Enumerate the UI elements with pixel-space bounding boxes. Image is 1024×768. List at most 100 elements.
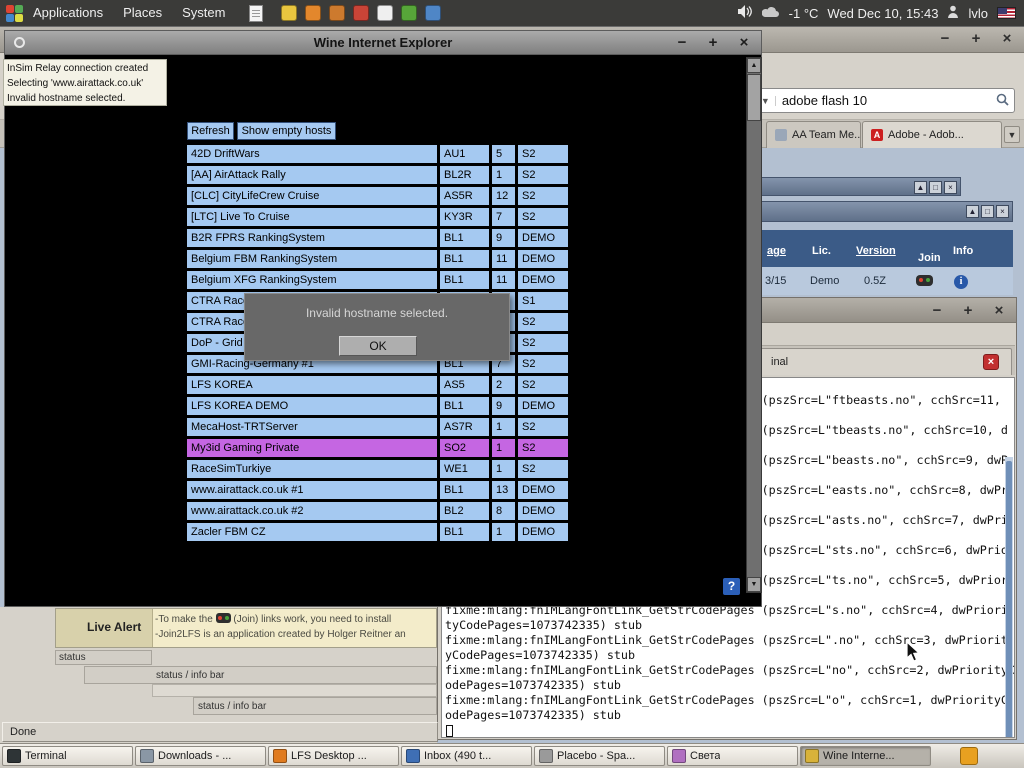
close-icon[interactable]: × xyxy=(944,181,957,194)
server-row[interactable]: www.airattack.co.uk #1 BL1 13 DEMO xyxy=(187,481,568,499)
server-row[interactable]: [AA] AirAttack Rally BL2R 1 S2 xyxy=(187,166,568,184)
maximize-icon[interactable]: + xyxy=(967,30,985,47)
places-menu[interactable]: Places xyxy=(113,0,172,26)
server-row[interactable]: LFS KOREA DEMO BL1 9 DEMO xyxy=(187,397,568,415)
server-row[interactable]: My3id Gaming Private SO2 1 S2 xyxy=(187,439,568,457)
taskbar-item[interactable]: Placebo - Spa... xyxy=(534,746,665,766)
vertical-scrollbar[interactable]: ▲ ▼ xyxy=(746,57,762,593)
minimize-icon[interactable]: − xyxy=(673,34,691,51)
taskbar-item-label: Wine Interne... xyxy=(823,750,895,762)
shade-icon[interactable]: ▲ xyxy=(914,181,927,194)
minimize-icon[interactable]: − xyxy=(936,30,954,47)
applications-menu[interactable]: Applications xyxy=(23,0,113,26)
tab-adobe[interactable]: A Adobe - Adob... xyxy=(862,121,1002,148)
server-track: BL1 xyxy=(440,229,489,247)
user-icon xyxy=(947,5,959,21)
ok-button[interactable]: OK xyxy=(339,336,417,356)
server-row[interactable]: LFS KOREA AS5 2 S2 xyxy=(187,376,568,394)
taskbar-item[interactable]: Terminal xyxy=(2,746,133,766)
search-box[interactable]: G ▼ adobe flash 10 xyxy=(741,88,1015,113)
user-switcher[interactable]: lvlo xyxy=(968,6,988,21)
maximize-icon[interactable]: + xyxy=(704,34,722,51)
server-row[interactable]: MecaHost-TRTServer AS7R 1 S2 xyxy=(187,418,568,436)
engine-dropdown-icon[interactable]: ▼ xyxy=(761,95,776,106)
server-track: WE1 xyxy=(440,460,489,478)
info-icon[interactable]: i xyxy=(954,275,968,289)
wine-ie-titlebar[interactable]: Wine Internet Explorer − + × xyxy=(5,31,761,55)
notes-icon[interactable] xyxy=(249,4,264,22)
close-icon[interactable]: × xyxy=(990,302,1008,319)
server-track: BL1 xyxy=(440,481,489,499)
join-link-icon[interactable] xyxy=(916,275,933,286)
scrollbar-thumb[interactable] xyxy=(747,74,761,121)
taskbar-item-label: Terminal xyxy=(25,750,67,762)
taskbar-item[interactable]: Света xyxy=(667,746,798,766)
mouse-cursor xyxy=(906,640,922,668)
shade-icon[interactable]: ▲ xyxy=(966,205,979,218)
minimize-icon[interactable]: − xyxy=(928,302,946,319)
launcher-white-icon[interactable] xyxy=(377,5,394,21)
server-row[interactable]: [CLC] CityLifeCrew Cruise AS5R 12 S2 xyxy=(187,187,568,205)
terminal-cursor xyxy=(446,725,453,737)
launcher-yellow-icon[interactable] xyxy=(281,5,298,21)
server-lic: S2 xyxy=(518,355,568,373)
taskbar-item[interactable]: Inbox (490 t... xyxy=(401,746,532,766)
close-icon[interactable]: × xyxy=(735,34,753,51)
restore-icon[interactable]: □ xyxy=(929,181,942,194)
firefox-status-bar: Done xyxy=(2,722,438,742)
server-players: 11 xyxy=(492,250,515,268)
launcher-red-icon[interactable] xyxy=(353,5,370,21)
tab-close-icon[interactable]: × xyxy=(983,354,999,370)
distro-menu-icon[interactable] xyxy=(6,4,23,22)
header-info: Info xyxy=(953,245,974,257)
server-row[interactable]: 42D DriftWars AU1 5 S2 xyxy=(187,145,568,163)
server-name: Belgium XFG RankingSystem xyxy=(187,271,437,289)
server-row[interactable]: B2R FPRS RankingSystem BL1 9 DEMO xyxy=(187,229,568,247)
maximize-icon[interactable]: + xyxy=(959,302,977,319)
server-row[interactable]: www.airattack.co.uk #2 BL2 8 DEMO xyxy=(187,502,568,520)
show-empty-hosts-button[interactable]: Show empty hosts xyxy=(237,122,336,140)
panel-applet-icon[interactable] xyxy=(960,747,978,765)
refresh-button[interactable]: Refresh xyxy=(187,122,234,140)
keyboard-layout-flag-icon[interactable] xyxy=(997,7,1016,19)
launcher-amber-icon[interactable] xyxy=(329,5,346,21)
weather-cloud-icon[interactable] xyxy=(761,6,780,21)
taskbar-item[interactable]: Wine Interne... xyxy=(800,746,931,766)
tab-aa-team[interactable]: AA Team Me... xyxy=(766,121,861,148)
server-name: RaceSimTurkiye xyxy=(187,460,437,478)
search-input[interactable]: adobe flash 10 xyxy=(776,93,991,108)
server-row[interactable]: [LTC] Live To Cruise KY3R 7 S2 xyxy=(187,208,568,226)
close-icon[interactable]: × xyxy=(998,30,1016,47)
server-players: 1 xyxy=(492,418,515,436)
clock-applet[interactable]: Wed Dec 10, 15:43 xyxy=(827,6,938,21)
server-players: 1 xyxy=(492,460,515,478)
version-value: 0.5Z xyxy=(864,275,887,287)
sort-usage-link[interactable]: age xyxy=(767,245,786,257)
launcher-green-icon[interactable] xyxy=(401,5,418,21)
help-button[interactable]: ? xyxy=(723,578,740,595)
tooltip-line: Selecting 'www.airattack.co.uk' xyxy=(7,78,144,89)
server-row[interactable]: Zacler FBM CZ BL1 1 DEMO xyxy=(187,523,568,541)
server-row[interactable]: RaceSimTurkiye WE1 1 S2 xyxy=(187,460,568,478)
server-row[interactable]: Belgium XFG RankingSystem BL1 11 DEMO xyxy=(187,271,568,289)
sort-version-link[interactable]: Version xyxy=(856,245,896,257)
taskbar-item[interactable]: LFS Desktop ... xyxy=(268,746,399,766)
restore-icon[interactable]: □ xyxy=(981,205,994,218)
tab-list-chevron-icon[interactable]: ▼ xyxy=(1004,126,1020,143)
lfs-remote-window-titlebar[interactable]: ▲ □ × xyxy=(737,201,1013,222)
tab-label: AA Team Me... xyxy=(792,129,861,141)
server-row[interactable]: Belgium FBM RankingSystem BL1 11 DEMO xyxy=(187,250,568,268)
scroll-down-icon[interactable]: ▼ xyxy=(747,577,761,592)
close-icon[interactable]: × xyxy=(996,205,1009,218)
lfs-remote-window-titlebar[interactable]: ▲ □ × xyxy=(737,177,961,196)
header-join: Join xyxy=(918,252,941,264)
launcher-orange-icon[interactable] xyxy=(305,5,322,21)
system-menu[interactable]: System xyxy=(172,0,235,26)
scroll-up-icon[interactable]: ▲ xyxy=(747,58,761,73)
volume-icon[interactable] xyxy=(737,5,753,21)
launcher-blue-icon[interactable] xyxy=(425,5,442,21)
server-name: MecaHost-TRTServer xyxy=(187,418,437,436)
terminal-scrollbar[interactable] xyxy=(1005,457,1013,737)
search-icon[interactable] xyxy=(991,93,1014,109)
taskbar-item[interactable]: Downloads - ... xyxy=(135,746,266,766)
